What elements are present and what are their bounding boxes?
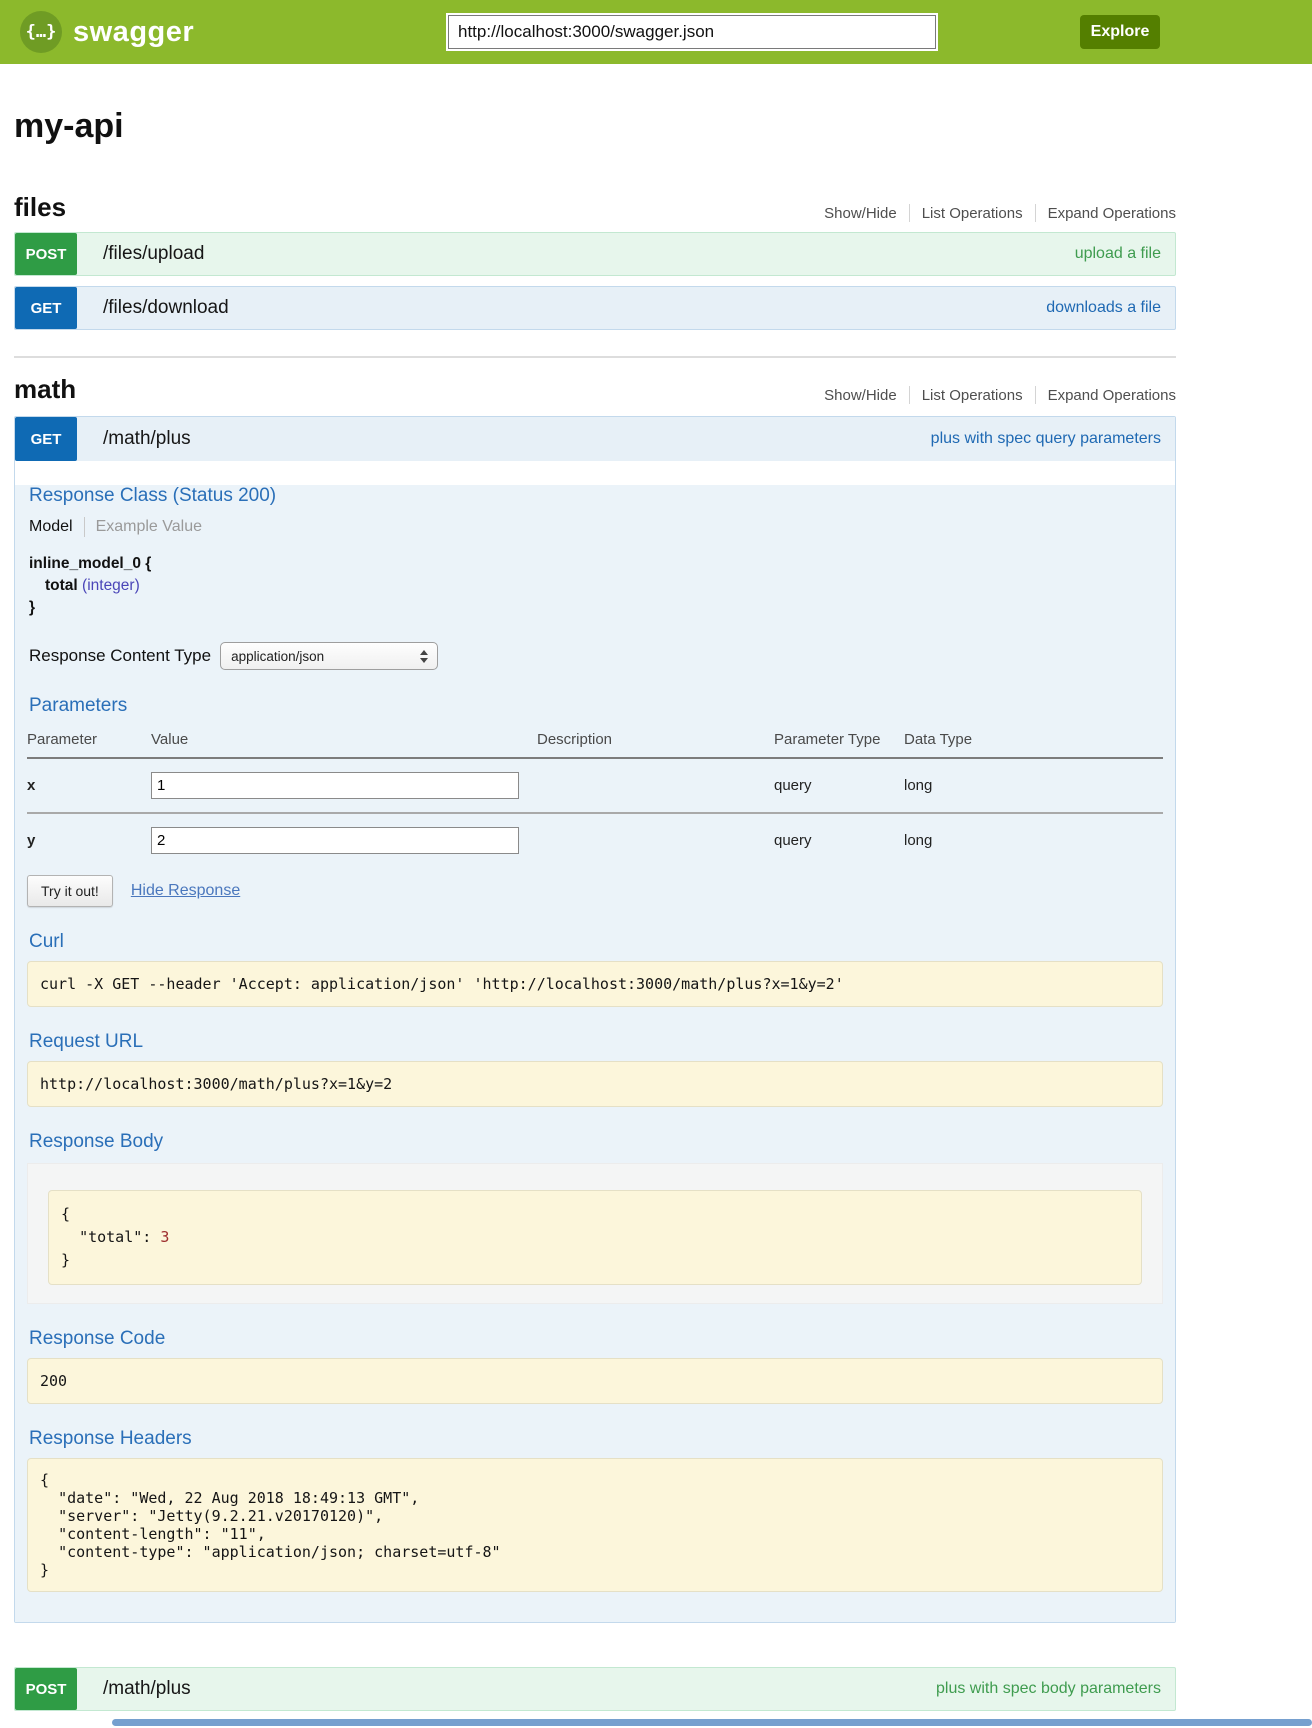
parameter-description (537, 813, 774, 867)
get-method-badge: GET (15, 287, 77, 329)
hide-response-link[interactable]: Hide Response (131, 882, 240, 900)
expand-operations-link[interactable]: Expand Operations (1036, 387, 1176, 404)
page-title: my-api (14, 106, 1176, 146)
response-class-heading: Response Class (Status 200) (29, 485, 1161, 507)
response-content-type-row: Response Content Type application/json (29, 641, 1161, 671)
section-divider (14, 356, 1176, 358)
operation-path[interactable]: /files/upload (103, 243, 204, 265)
parameters-table: Parameter Value Description Parameter Ty… (27, 723, 1163, 867)
selected-content-type: application/json (221, 649, 324, 664)
operation-path[interactable]: /math/plus (103, 1678, 191, 1700)
curl-command-box: curl -X GET --header 'Accept: applicatio… (27, 961, 1163, 1007)
parameters-header-row: Parameter Value Description Parameter Ty… (27, 723, 1163, 758)
math-section-title[interactable]: math (14, 374, 76, 404)
parameter-description (537, 758, 774, 813)
divider (84, 517, 85, 537)
parameter-x-input[interactable] (151, 772, 519, 799)
operation-row-post-math-plus[interactable]: POST /math/plus plus with spec body para… (14, 1667, 1176, 1711)
json-key: "total" (79, 1228, 142, 1246)
operation-path[interactable]: /math/plus (103, 428, 191, 450)
show-hide-link[interactable]: Show/Hide (812, 387, 909, 404)
response-content-type-select[interactable]: application/json (220, 642, 438, 670)
parameter-row-x: x query long (27, 758, 1163, 813)
files-section-controls: Show/Hide List Operations Expand Operati… (812, 204, 1176, 222)
response-code-box: 200 (27, 1358, 1163, 1404)
response-body-heading: Response Body (29, 1131, 1161, 1153)
property-type: (integer) (82, 577, 140, 594)
expand-operations-link[interactable]: Expand Operations (1036, 205, 1176, 222)
parameter-data-type: long (904, 813, 1163, 867)
post-method-badge: POST (15, 233, 77, 275)
col-parameter-type: Parameter Type (774, 723, 904, 758)
request-url-box: http://localhost:3000/math/plus?x=1&y=2 (27, 1061, 1163, 1107)
operation-path[interactable]: /files/download (103, 297, 229, 319)
property-name: total (45, 577, 78, 594)
parameter-type: query (774, 758, 904, 813)
model-property: total (integer) (29, 575, 1161, 597)
json-number-value: 3 (160, 1228, 169, 1246)
parameter-y-input[interactable] (151, 827, 519, 854)
show-hide-link[interactable]: Show/Hide (812, 205, 909, 222)
response-headers-box: { "date": "Wed, 22 Aug 2018 18:49:13 GMT… (27, 1458, 1163, 1592)
parameter-data-type: long (904, 758, 1163, 813)
list-operations-link[interactable]: List Operations (910, 205, 1035, 222)
math-section-controls: Show/Hide List Operations Expand Operati… (812, 386, 1176, 404)
operation-expanded-content: Response Class (Status 200) Model Exampl… (15, 485, 1175, 1622)
spec-url-input[interactable] (448, 15, 936, 49)
response-code-heading: Response Code (29, 1328, 1161, 1350)
operation-summary[interactable]: plus with spec query parameters (931, 430, 1161, 448)
try-it-out-row: Try it out! Hide Response (27, 875, 1163, 907)
curl-heading: Curl (29, 931, 1161, 953)
spec-url-frame (446, 13, 938, 51)
tab-model[interactable]: Model (29, 518, 73, 536)
parameter-row-y: y query long (27, 813, 1163, 867)
explore-button[interactable]: Explore (1080, 15, 1160, 49)
response-headers-heading: Response Headers (29, 1428, 1161, 1450)
operation-row-get-math-plus[interactable]: GET /math/plus plus with spec query para… (15, 417, 1175, 461)
col-description: Description (537, 723, 774, 758)
parameter-type: query (774, 813, 904, 867)
model-tabs: Model Example Value (29, 515, 1161, 539)
operation-summary[interactable]: upload a file (1075, 245, 1161, 263)
operation-row-get-files-download[interactable]: GET /files/download downloads a file (14, 286, 1176, 330)
try-it-out-button[interactable]: Try it out! (27, 875, 113, 907)
operation-block-get-math-plus: GET /math/plus plus with spec query para… (14, 416, 1176, 1623)
tab-example-value[interactable]: Example Value (96, 518, 202, 536)
model-signature: inline_model_0 { total (integer) } (29, 553, 1161, 619)
swagger-ui-page: {…} swagger Explore my-api files Show/Hi… (0, 0, 1312, 1728)
col-data-type: Data Type (904, 723, 1163, 758)
get-method-badge: GET (15, 417, 77, 461)
parameters-heading: Parameters (29, 695, 1161, 717)
math-section-header: math Show/Hide List Operations Expand Op… (14, 372, 1176, 404)
horizontal-scrollbar[interactable] (112, 1719, 1312, 1726)
request-url-heading: Request URL (29, 1031, 1161, 1053)
parameter-name: x (27, 758, 151, 813)
col-value: Value (151, 723, 537, 758)
response-body-box: { "total": 3 } (48, 1190, 1142, 1285)
operation-summary[interactable]: plus with spec body parameters (936, 1680, 1161, 1698)
response-body-container: { "total": 3 } (27, 1163, 1163, 1304)
col-parameter: Parameter (27, 723, 151, 758)
files-section-title[interactable]: files (14, 192, 66, 222)
operation-summary[interactable]: downloads a file (1046, 299, 1161, 317)
parameter-name: y (27, 813, 151, 867)
model-open: inline_model_0 { (29, 553, 1161, 575)
operation-row-post-files-upload[interactable]: POST /files/upload upload a file (14, 232, 1176, 276)
brand-name: swagger (73, 16, 194, 49)
post-method-badge: POST (15, 1668, 77, 1710)
model-close: } (29, 597, 1161, 619)
list-operations-link[interactable]: List Operations (910, 387, 1035, 404)
response-content-type-label: Response Content Type (29, 646, 211, 666)
files-section-header: files Show/Hide List Operations Expand O… (14, 190, 1176, 222)
swagger-logo[interactable]: {…} swagger (20, 11, 194, 53)
swagger-logo-icon: {…} (20, 11, 62, 53)
header-bar: {…} swagger Explore (0, 0, 1312, 64)
updown-arrows-icon (420, 650, 428, 663)
